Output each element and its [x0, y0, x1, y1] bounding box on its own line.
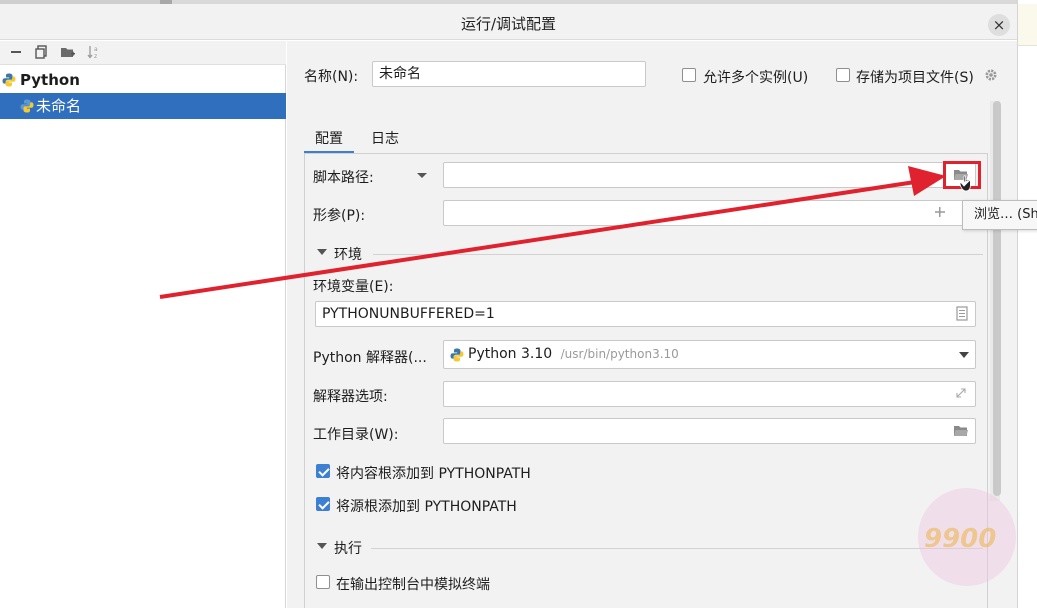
add-source-roots-checkbox[interactable] — [316, 497, 330, 511]
expand-icon[interactable] — [953, 386, 969, 402]
emulate-terminal-label: 在输出控制台中模拟终端 — [336, 577, 490, 593]
plus-icon[interactable] — [932, 205, 948, 221]
tab-logs[interactable]: 日志 — [363, 129, 407, 153]
hand-cursor-icon — [959, 175, 971, 192]
python-icon — [20, 99, 34, 113]
tree-toolbar: az — [0, 41, 286, 65]
folder-add-icon[interactable] — [60, 44, 76, 60]
params-input[interactable] — [443, 200, 976, 226]
section-environment-title: 环境 — [334, 247, 362, 263]
section-environment[interactable]: 环境 — [317, 244, 987, 264]
script-path-label: 脚本路径: — [313, 170, 374, 186]
python-icon — [450, 348, 464, 362]
watermark-text: 9900 — [924, 524, 997, 554]
workdir-input[interactable] — [443, 418, 976, 444]
env-vars-label: 环境变量(E): — [313, 279, 394, 295]
add-content-roots-label: 将内容根添加到 PYTHONPATH — [336, 466, 531, 482]
config-tree-panel: az Python 未命名 — [0, 41, 286, 608]
add-content-roots-checkbox[interactable] — [316, 464, 330, 478]
store-as-project-checkbox[interactable] — [836, 68, 850, 82]
close-button[interactable]: × — [988, 14, 1010, 36]
tree-group-label: Python — [20, 71, 80, 89]
svg-text:a: a — [94, 46, 98, 53]
dialog-titlebar: 运行/调试配置 × — [0, 4, 1017, 40]
tree-item-label: 未命名 — [36, 97, 82, 115]
interpreter-label: Python 解释器(... — [313, 350, 427, 366]
section-execution[interactable]: 执行 — [317, 538, 987, 558]
script-type-dropdown-icon[interactable] — [417, 173, 427, 178]
list-edit-icon[interactable] — [954, 306, 970, 322]
interpreter-select[interactable]: Python 3.10 /usr/bin/python3.10 — [443, 340, 976, 369]
dialog-title: 运行/调试配置 — [460, 15, 557, 33]
config-form-panel: 名称(N): 未命名 允许多个实例(U) 存储为项目文件(S) 配置 日志 脚本… — [287, 41, 1017, 608]
python-icon — [2, 73, 16, 87]
svg-text:z: z — [94, 53, 97, 60]
env-vars-input[interactable]: PYTHONUNBUFFERED=1 — [315, 301, 976, 327]
scrollbar-thumb[interactable] — [993, 101, 1001, 496]
copy-icon[interactable] — [33, 44, 49, 60]
name-input[interactable]: 未命名 — [372, 61, 646, 87]
interp-options-label: 解释器选项: — [313, 389, 388, 405]
add-source-roots-label: 将源根添加到 PYTHONPATH — [336, 499, 517, 515]
chevron-down-icon[interactable] — [959, 352, 969, 358]
store-as-project-label: 存储为项目文件(S) — [856, 70, 974, 86]
allow-parallel-checkbox[interactable] — [682, 68, 696, 82]
workdir-label: 工作目录(W): — [313, 427, 399, 443]
browse-tooltip: 浏览… (Shi — [962, 200, 1037, 230]
interpreter-path: /usr/bin/python3.10 — [560, 347, 679, 361]
gear-icon[interactable] — [983, 68, 999, 84]
script-path-input[interactable] — [443, 162, 976, 188]
emulate-terminal-checkbox[interactable] — [316, 575, 330, 589]
tab-config[interactable]: 配置 — [304, 129, 354, 153]
name-label: 名称(N): — [304, 69, 359, 85]
background-window-edge — [1017, 0, 1037, 608]
interpreter-name: Python 3.10 — [468, 346, 553, 362]
allow-parallel-label: 允许多个实例(U) — [703, 70, 809, 86]
watermark-logo: 9900 — [918, 488, 1016, 586]
section-execution-title: 执行 — [334, 541, 362, 557]
interp-options-input[interactable] — [443, 381, 976, 407]
minus-icon[interactable] — [8, 44, 24, 60]
tree-group-python[interactable]: Python — [0, 67, 286, 93]
sort-icon[interactable]: az — [86, 44, 102, 60]
tree-item-unnamed[interactable]: 未命名 — [0, 93, 286, 119]
folder-icon[interactable] — [953, 424, 969, 440]
params-label: 形参(P): — [313, 208, 366, 224]
